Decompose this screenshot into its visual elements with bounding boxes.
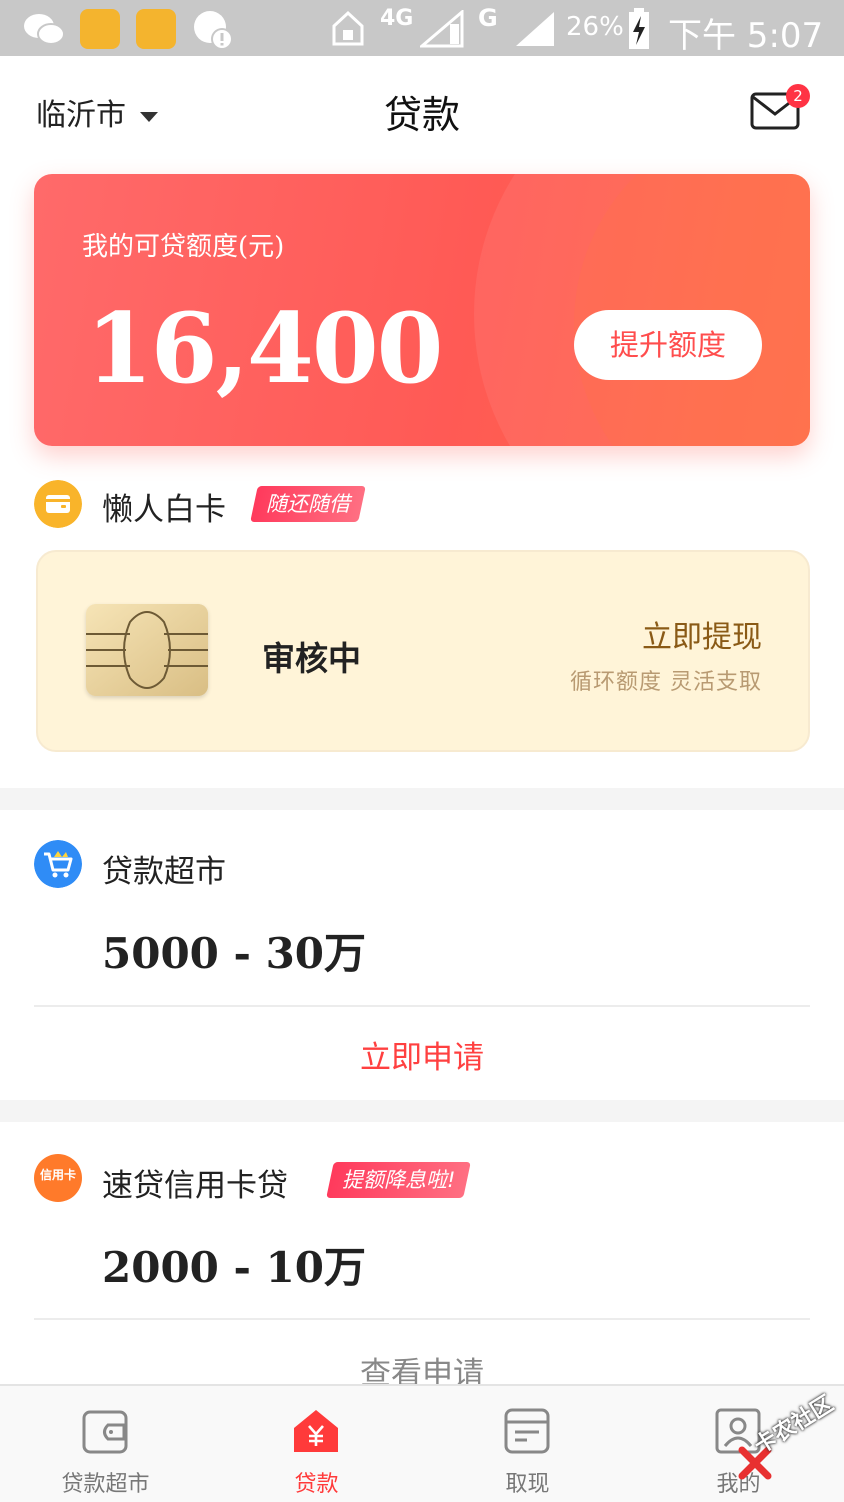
review-status: 审核中 (262, 639, 361, 678)
tab-loan-market[interactable]: 贷款超市 (0, 1386, 211, 1502)
app-notification-icon (136, 9, 176, 49)
status-bar: 4G G 26% 下午 5:07 (0, 0, 844, 56)
network-type-2: G (478, 4, 498, 32)
loan-market-section: 贷款超市 5000 - 30万 立即申请 (0, 810, 844, 1100)
bottom-tab-bar: 贷款超市 贷款 取现 我的 (0, 1384, 844, 1502)
page-title: 贷款 (383, 93, 460, 137)
app-notification-icon (80, 9, 120, 49)
credit-limit-label: 我的可贷额度(元) (82, 232, 285, 262)
loan-market-title: 贷款超市 (102, 854, 226, 890)
apply-now-button[interactable]: 立即申请 (0, 1032, 844, 1077)
tab-label: 贷款超市 (61, 1472, 150, 1497)
credit-card-icon-label: 信用卡 (39, 1168, 76, 1182)
signal-bars-icon (516, 12, 554, 46)
yen-house-icon (294, 1410, 338, 1452)
withdraw-now-button[interactable]: 立即提现 (642, 612, 762, 656)
credit-card-loan-tag-label: 提额降息啦! (342, 1168, 456, 1192)
raise-limit-button[interactable]: 提升额度 (574, 310, 762, 380)
battery-icon (629, 8, 649, 49)
tab-loan[interactable]: 贷款 (211, 1386, 422, 1502)
wechat-icon (24, 14, 65, 45)
lazy-card-panel[interactable]: 审核中 立即提现 循环额度 灵活支取 (36, 550, 810, 752)
mail-badge: 2 (786, 84, 810, 108)
tab-label: 贷款 (294, 1472, 339, 1497)
loan-market-range: 5000 - 30万 (102, 929, 367, 978)
shopping-cart-icon (34, 840, 82, 888)
credit-card-loan-tag: 提额降息啦! (326, 1162, 472, 1198)
alert-icon (194, 11, 233, 50)
main-section: 我的可贷额度(元) 16,400 提升额度 懒人白卡 随还随借 审核中 立即提现… (0, 168, 844, 788)
credit-card-loan-range: 2000 - 10万 (102, 1243, 367, 1292)
credit-limit-card: 我的可贷额度(元) 16,400 提升额度 (34, 174, 810, 446)
home-icon (332, 10, 364, 46)
network-type: 4G (380, 6, 414, 31)
card-wallet-icon (34, 480, 82, 528)
divider (34, 1318, 810, 1320)
credit-limit-amount: 16,400 (86, 292, 443, 405)
watermark-logo: 卡农社区 (730, 1391, 844, 1490)
withdraw-subtitle: 循环额度 灵活支取 (570, 670, 762, 695)
credit-card-icon: 信用卡 (34, 1154, 82, 1202)
divider (34, 1005, 810, 1007)
lazy-card-title: 懒人白卡 (102, 492, 226, 528)
signal-icon (420, 10, 464, 48)
credit-card-loan-title: 速贷信用卡贷 (102, 1168, 288, 1204)
bill-icon (504, 1408, 550, 1454)
battery-percent: 26% (566, 12, 624, 42)
top-bar: 临沂市 贷款 2 (0, 56, 844, 168)
tab-withdraw[interactable]: 取现 (422, 1386, 633, 1502)
wallet-icon (82, 1410, 128, 1454)
lazy-card-tag-label: 随还随借 (266, 492, 350, 516)
tab-label: 取现 (505, 1472, 550, 1497)
credit-card-loan-section: 信用卡 速贷信用卡贷 提额降息啦! 2000 - 10万 查看申请 (0, 1122, 844, 1392)
clock: 下午 5:07 (668, 16, 824, 56)
lazy-card-tag: 随还随借 (250, 486, 366, 522)
chip-icon (86, 604, 208, 696)
